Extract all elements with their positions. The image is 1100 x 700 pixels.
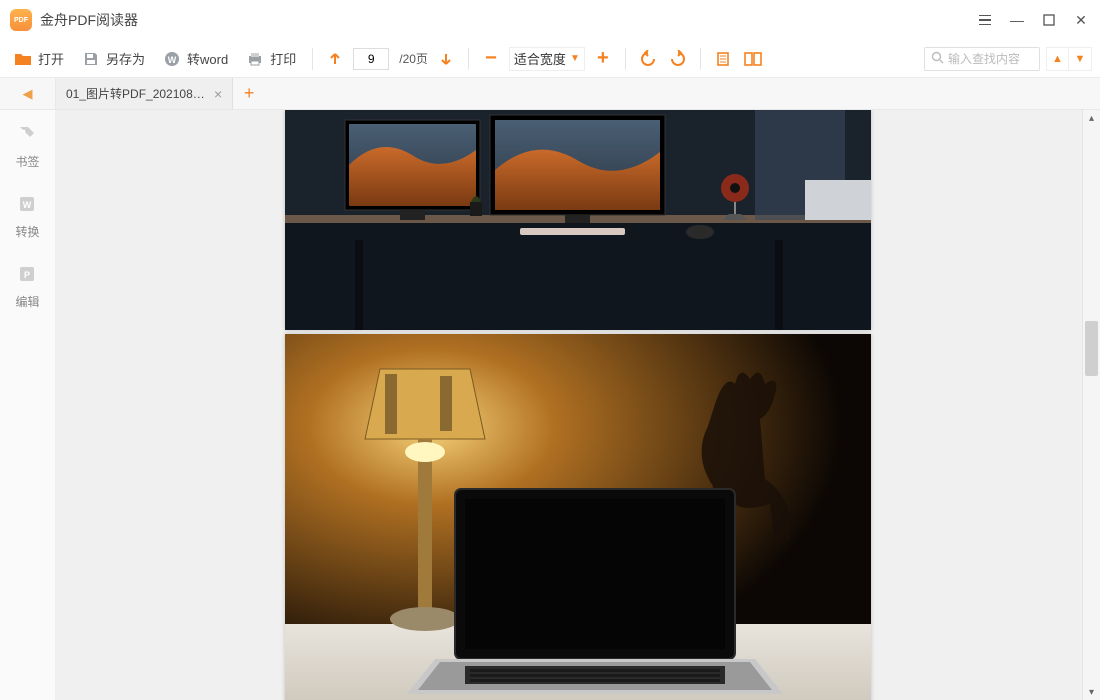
save-as-button[interactable]: 另存为 [76, 45, 151, 72]
print-button[interactable]: 打印 [240, 45, 302, 72]
left-sidebar: 书签 W 转换 P 编辑 [0, 110, 56, 700]
search-icon [931, 51, 944, 67]
word-icon: W [163, 50, 181, 68]
print-icon [246, 50, 264, 68]
triangle-left-icon: ◀ [23, 86, 33, 102]
separator [468, 48, 469, 70]
scrollbar-thumb[interactable] [1085, 321, 1098, 376]
tab-strip: ◀ 01_图片转PDF_2021080... × + [0, 78, 1100, 110]
separator [700, 48, 701, 70]
svg-text:W: W [168, 55, 177, 65]
scrollbar-track[interactable] [1083, 126, 1100, 684]
search-input[interactable] [948, 52, 1033, 66]
search-next-button[interactable]: ▼ [1069, 48, 1091, 70]
chevron-down-icon: ▼ [570, 53, 580, 64]
new-tab-button[interactable]: + [233, 78, 265, 109]
pdf-page [285, 334, 871, 700]
page-total-label: /20页 [399, 50, 428, 67]
scroll-up-button[interactable]: ▴ [1083, 110, 1100, 126]
tab-scroll-left[interactable]: ◀ [0, 78, 56, 109]
scroll-down-button[interactable]: ▾ [1083, 684, 1100, 700]
toolbar: 打开 另存为 W 转word 打印 /20页 − 适合宽度 ▼ + ▲ ▼ [0, 40, 1100, 78]
save-as-label: 另存为 [106, 49, 145, 68]
next-page-button[interactable] [434, 47, 458, 71]
vertical-scrollbar[interactable]: ▴ ▾ [1082, 110, 1100, 700]
save-icon [82, 50, 100, 68]
folder-open-icon [14, 50, 32, 68]
two-page-view-button[interactable] [741, 47, 765, 71]
prev-page-button[interactable] [323, 47, 347, 71]
sidebar-item-edit[interactable]: P 编辑 [15, 264, 39, 310]
svg-text:P: P [24, 270, 30, 280]
svg-text:W: W [23, 200, 32, 210]
edit-icon: P [17, 264, 37, 287]
single-page-view-button[interactable] [711, 47, 735, 71]
zoom-mode-label: 适合宽度 [514, 49, 566, 68]
search-box[interactable] [924, 47, 1040, 71]
search-nav: ▲ ▼ [1046, 47, 1092, 71]
window-controls: — ✕ [976, 11, 1090, 29]
document-tab[interactable]: 01_图片转PDF_2021080... × [56, 78, 233, 109]
page-canvas[interactable] [56, 110, 1100, 700]
main-body: 书签 W 转换 P 编辑 [0, 110, 1100, 700]
tag-icon [17, 124, 37, 147]
zoom-out-button[interactable]: − [479, 47, 503, 71]
sidebar-edit-label: 编辑 [15, 293, 39, 310]
print-label: 打印 [270, 49, 296, 68]
title-bar: 金舟PDF阅读器 — ✕ [0, 0, 1100, 40]
menu-icon[interactable] [976, 11, 994, 29]
open-button[interactable]: 打开 [8, 45, 70, 72]
rotate-ccw-button[interactable] [636, 47, 660, 71]
pdf-viewer: ▴ ▾ [56, 110, 1100, 700]
page-number-input[interactable] [353, 48, 389, 70]
app-logo-icon [10, 9, 32, 31]
zoom-mode-select[interactable]: 适合宽度 ▼ [509, 47, 585, 71]
minimize-button[interactable]: — [1008, 11, 1026, 29]
to-word-button[interactable]: W 转word [157, 45, 234, 72]
sidebar-item-bookmark[interactable]: 书签 [15, 124, 39, 170]
tab-label: 01_图片转PDF_2021080... [66, 85, 206, 102]
sidebar-bookmark-label: 书签 [15, 153, 39, 170]
zoom-in-button[interactable]: + [591, 47, 615, 71]
pdf-page [285, 110, 871, 330]
tab-close-button[interactable]: × [214, 86, 222, 102]
rotate-cw-button[interactable] [666, 47, 690, 71]
app-title: 金舟PDF阅读器 [40, 10, 976, 30]
search-prev-button[interactable]: ▲ [1047, 48, 1069, 70]
convert-icon: W [17, 194, 37, 217]
open-label: 打开 [38, 49, 64, 68]
to-word-label: 转word [187, 49, 228, 68]
sidebar-convert-label: 转换 [15, 223, 39, 240]
maximize-button[interactable] [1040, 11, 1058, 29]
separator [625, 48, 626, 70]
close-button[interactable]: ✕ [1072, 11, 1090, 29]
separator [312, 48, 313, 70]
sidebar-item-convert[interactable]: W 转换 [15, 194, 39, 240]
